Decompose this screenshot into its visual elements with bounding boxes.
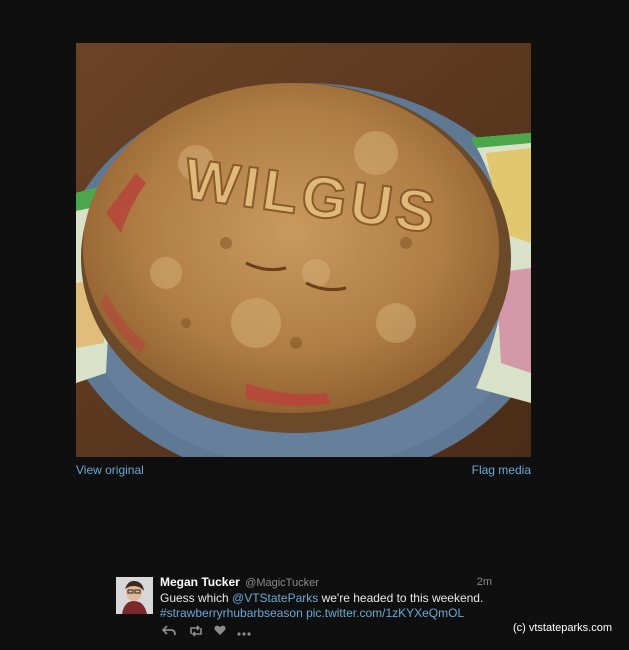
- tweet-timestamp[interactable]: 2m: [477, 575, 492, 590]
- retweet-icon[interactable]: [188, 625, 204, 640]
- tweet-header: Megan Tucker @MagicTucker 2m: [160, 575, 496, 590]
- reply-icon[interactable]: [161, 625, 176, 640]
- media-links: View original Flag media: [76, 463, 531, 479]
- tweet: Megan Tucker @MagicTucker 2m Guess which…: [116, 575, 496, 645]
- watermark: (c) vtstateparks.com: [512, 622, 612, 634]
- tweet-media-photo[interactable]: WILGUS: [76, 43, 531, 457]
- tweet-text-part: we're headed to this weekend.: [318, 591, 484, 605]
- tweet-text-part: Guess which: [160, 591, 233, 605]
- heart-icon[interactable]: [214, 625, 226, 639]
- pie-photo: WILGUS: [76, 43, 531, 457]
- tweet-username[interactable]: @MagicTucker: [245, 577, 319, 589]
- more-icon[interactable]: [237, 625, 251, 639]
- avatar[interactable]: [116, 577, 153, 614]
- hashtag-link[interactable]: #strawberryrhubarbseason: [160, 606, 303, 620]
- mention-link[interactable]: @VTStateParks: [232, 591, 318, 605]
- tweet-body: Megan Tucker @MagicTucker 2m Guess which…: [160, 575, 496, 621]
- avatar-image: [116, 577, 153, 614]
- tweet-fullname[interactable]: Megan Tucker: [160, 575, 240, 589]
- flag-media-link[interactable]: Flag media: [472, 463, 531, 477]
- pic-link[interactable]: pic.twitter.com/1zKYXeQmOL: [306, 606, 464, 620]
- view-original-link[interactable]: View original: [76, 463, 144, 477]
- tweet-text: Guess which @VTStateParks we're headed t…: [160, 591, 496, 621]
